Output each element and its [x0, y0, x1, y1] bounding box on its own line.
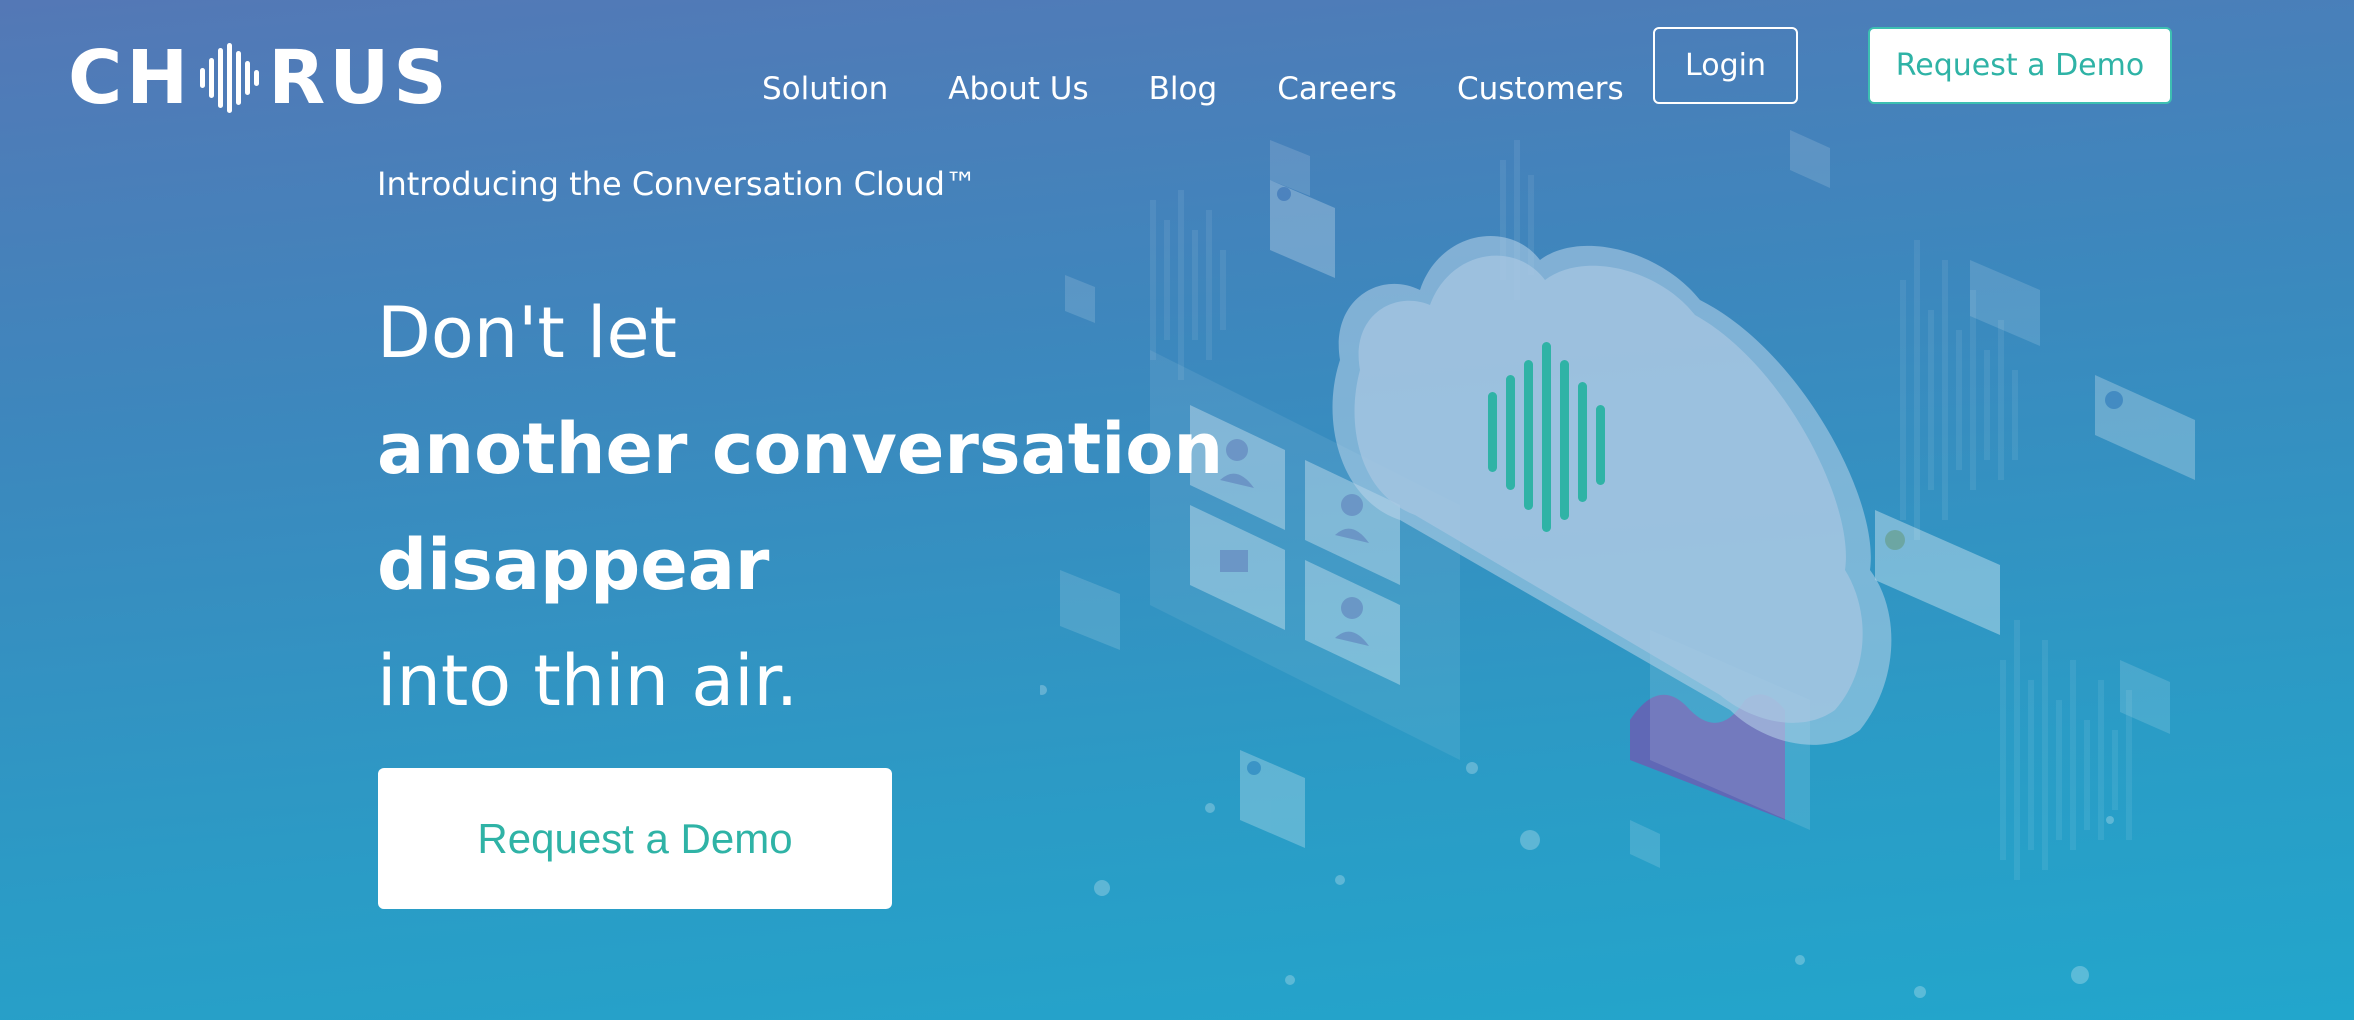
nav-blog[interactable]: Blog	[1149, 71, 1218, 107]
nav-about-us[interactable]: About Us	[948, 71, 1088, 107]
main-nav: Solution About Us Blog Careers Customers	[762, 71, 1624, 107]
logo-text-right: RUS	[268, 35, 451, 121]
request-demo-nav-button[interactable]: Request a Demo	[1868, 27, 2172, 104]
nav-careers[interactable]: Careers	[1277, 71, 1397, 107]
conversation-cloud-illustration	[1040, 130, 2195, 998]
login-button[interactable]: Login	[1653, 27, 1798, 104]
nav-solution[interactable]: Solution	[762, 71, 888, 107]
hero-intro: Introducing the Conversation Cloud™	[377, 165, 977, 203]
headline-line-4: into thin air.	[377, 640, 799, 722]
soundwave-icon	[200, 43, 260, 113]
nav-customers[interactable]: Customers	[1457, 71, 1624, 107]
chorus-logo[interactable]: CH RUS	[68, 38, 451, 118]
headline-line-3: disappear	[377, 524, 770, 606]
headline-line-1: Don't let	[377, 292, 677, 374]
request-demo-cta-button[interactable]: Request a Demo	[378, 768, 892, 909]
logo-text-left: CH	[68, 35, 193, 121]
